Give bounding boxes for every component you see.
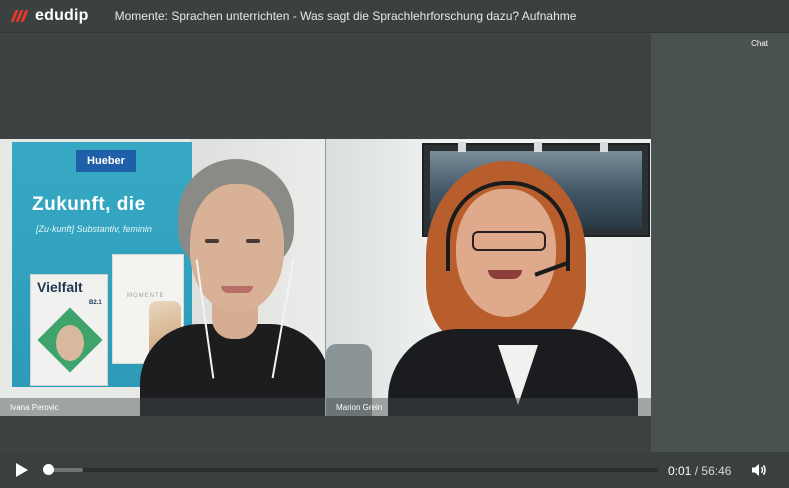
picture-clip — [458, 142, 466, 152]
video-stage: Hueber Zukunft, die [Zu·kunft] Substanti… — [0, 34, 651, 452]
banner-headline: Zukunft, die — [32, 194, 146, 215]
current-time: 0:01 — [668, 464, 692, 478]
person-mouth — [488, 270, 522, 279]
seek-bar[interactable] — [46, 468, 658, 472]
brand-logo: Hueber — [76, 150, 136, 172]
book-title-2: MOMENTE — [127, 293, 165, 299]
seek-handle[interactable] — [43, 464, 54, 475]
video-frame[interactable]: Hueber Zukunft, die [Zu·kunft] Substanti… — [0, 139, 651, 416]
logo[interactable]: edudip — [10, 0, 89, 33]
time-separator: / — [694, 464, 699, 478]
chat-tab[interactable]: Chat — [751, 39, 768, 48]
participant-tile-left: Hueber Zukunft, die [Zu·kunft] Substanti… — [0, 139, 325, 416]
top-bar: edudip Momente: Sprachen unterrichten - … — [0, 0, 789, 33]
book-level: B2.1 — [89, 300, 102, 306]
duration: 56:46 — [701, 464, 732, 478]
edudip-logo-icon — [10, 9, 32, 23]
person-eye — [246, 239, 260, 243]
time-display: 0:01 / 56:46 — [668, 464, 731, 478]
player-controls: 0:01 / 56:46 — [0, 452, 789, 488]
chat-panel[interactable]: Chat — [651, 33, 789, 452]
play-icon[interactable] — [14, 463, 28, 477]
participant-name: Ivana Perovic — [10, 403, 59, 412]
webinar-player-app: edudip Momente: Sprachen unterrichten - … — [0, 0, 789, 488]
banner-subline: [Zu·kunft] Substantiv, feminin — [36, 224, 152, 234]
book-cover-vielfalt: Vielfalt B2.1 — [30, 274, 108, 386]
person-eye — [205, 239, 219, 243]
participant-name: Marion Grein — [336, 403, 383, 412]
cover-portrait — [56, 325, 84, 361]
participant-tile-right: Marion Grein — [326, 139, 651, 416]
page-title: Momente: Sprachen unterrichten - Was sag… — [114, 9, 577, 23]
book-title: Vielfalt — [37, 279, 83, 295]
logo-text: edudip — [35, 7, 89, 24]
person-mouth — [221, 286, 253, 293]
volume-icon[interactable] — [751, 463, 767, 477]
glasses — [472, 231, 546, 251]
picture-clip — [534, 142, 542, 152]
picture-clip — [600, 142, 608, 152]
